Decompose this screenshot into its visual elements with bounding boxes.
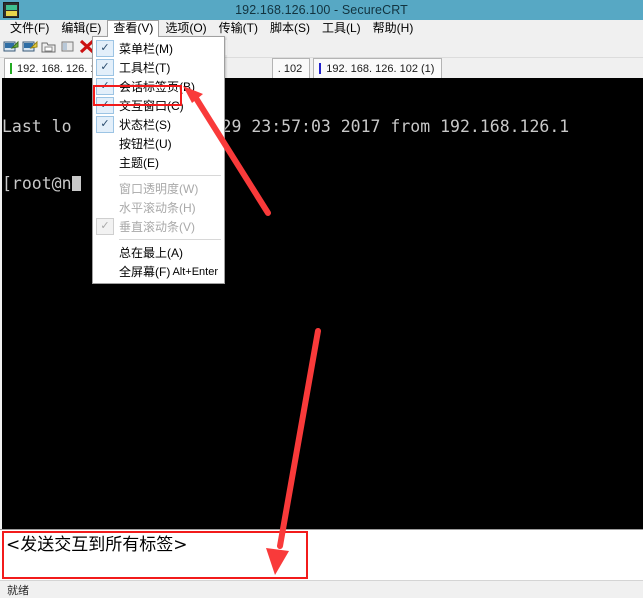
session-tab-label: . 102 <box>277 62 303 75</box>
checkmark-icon: ✓ <box>96 40 114 57</box>
menu-view[interactable]: 查看(V) <box>107 20 160 37</box>
menu-file[interactable]: 文件(F) <box>4 20 55 37</box>
menu-item-menu-bar[interactable]: ✓ 菜单栏(M) <box>93 39 224 58</box>
menu-edit[interactable]: 编辑(E) <box>55 20 107 37</box>
checkmark-placeholder <box>96 154 114 171</box>
checkmark-icon: ✓ <box>96 78 114 95</box>
session-tab-label: 192. 168. 126. 102 (1) <box>326 62 435 75</box>
menu-item-label: 按钮栏(U) <box>119 137 172 151</box>
title-bar: 192.168.126.100 - SecureCRT <box>0 0 643 20</box>
tab-status-indicator <box>10 63 12 74</box>
menu-item-label: 交互窗口(C) <box>119 99 184 113</box>
menu-item-interactive-window[interactable]: ✓ 交互窗口(C) <box>93 96 224 115</box>
menu-item-vertical-scrollbar: ✓ 垂直滚动条(V) <box>93 217 224 236</box>
checkmark-placeholder <box>96 263 114 280</box>
interactive-send-panel[interactable]: <发送交互到所有标签> <box>0 529 643 580</box>
terminal-line-1-right: 29 23:57:03 2017 from 192.168.126.1 <box>221 117 570 136</box>
tab-status-indicator <box>319 63 322 74</box>
checkmark-icon: ✓ <box>96 116 114 133</box>
menu-item-toolbar[interactable]: ✓ 工具栏(T) <box>93 58 224 77</box>
window-title: 192.168.126.100 - SecureCRT <box>235 3 408 17</box>
status-bar: 就绪 <box>0 580 643 598</box>
terminal-line-2-left: [root@n <box>2 174 72 193</box>
menu-item-button-bar[interactable]: 按钮栏(U) <box>93 134 224 153</box>
menu-separator <box>119 239 221 240</box>
checkmark-placeholder <box>96 199 114 216</box>
menu-item-theme[interactable]: 主题(E) <box>93 153 224 172</box>
terminal-line-1-left: Last lo <box>2 117 72 136</box>
interactive-send-placeholder: <发送交互到所有标签> <box>6 535 188 555</box>
menu-item-full-screen[interactable]: 全屏幕(F) Alt+Enter <box>93 262 224 281</box>
menu-item-always-on-top[interactable]: 总在最上(A) <box>93 243 224 262</box>
menu-item-label: 菜单栏(M) <box>119 42 173 56</box>
menu-item-label: 窗口透明度(W) <box>119 182 199 196</box>
session-tab-3[interactable]: 192. 168. 126. 102 (1) <box>313 58 443 78</box>
menu-options[interactable]: 选项(O) <box>159 20 212 37</box>
menu-transfer[interactable]: 传输(T) <box>213 20 264 37</box>
menu-item-label: 垂直滚动条(V) <box>119 220 195 234</box>
menu-item-horizontal-scrollbar: 水平滚动条(H) <box>93 198 224 217</box>
view-dropdown-menu: ✓ 菜单栏(M) ✓ 工具栏(T) ✓ 会话标签页(B) ✓ 交互窗口(C) ✓… <box>92 36 225 284</box>
menu-item-status-bar[interactable]: ✓ 状态栏(S) <box>93 115 224 134</box>
menu-item-label: 总在最上(A) <box>119 246 183 260</box>
checkmark-icon: ✓ <box>96 59 114 76</box>
menu-bar: 文件(F) 编辑(E) 查看(V) 选项(O) 传输(T) 脚本(S) 工具(L… <box>0 20 643 37</box>
checkmark-placeholder <box>96 135 114 152</box>
status-text: 就绪 <box>7 584 29 597</box>
menu-item-label: 水平滚动条(H) <box>119 201 196 215</box>
new-session-icon[interactable] <box>3 39 19 55</box>
menu-item-label: 状态栏(S) <box>119 118 171 132</box>
checkmark-placeholder <box>96 244 114 261</box>
connect-sftp-icon[interactable] <box>60 39 76 55</box>
menu-item-session-tabs[interactable]: ✓ 会话标签页(B) <box>93 77 224 96</box>
menu-item-label: 全屏幕(F) <box>119 265 171 279</box>
clone-session-icon[interactable] <box>22 39 38 55</box>
menu-script[interactable]: 脚本(S) <box>264 20 316 37</box>
menu-tools[interactable]: 工具(L) <box>316 20 367 37</box>
menu-item-label: 主题(E) <box>119 156 159 170</box>
session-tab-2[interactable]: . 102 <box>271 58 311 78</box>
menu-item-window-transparency: 窗口透明度(W) <box>93 179 224 198</box>
menu-item-label: 工具栏(T) <box>119 61 171 75</box>
checkmark-icon: ✓ <box>96 97 114 114</box>
menu-item-label: 会话标签页(B) <box>119 80 195 94</box>
connect-folder-icon[interactable] <box>41 39 57 55</box>
menu-item-shortcut: Alt+Enter <box>172 265 218 278</box>
checkmark-icon: ✓ <box>96 218 114 235</box>
checkmark-placeholder <box>96 180 114 197</box>
terminal-left-margin <box>0 78 2 529</box>
terminal-cursor <box>71 176 81 191</box>
menu-separator <box>119 175 221 176</box>
menu-help[interactable]: 帮助(H) <box>367 20 420 37</box>
